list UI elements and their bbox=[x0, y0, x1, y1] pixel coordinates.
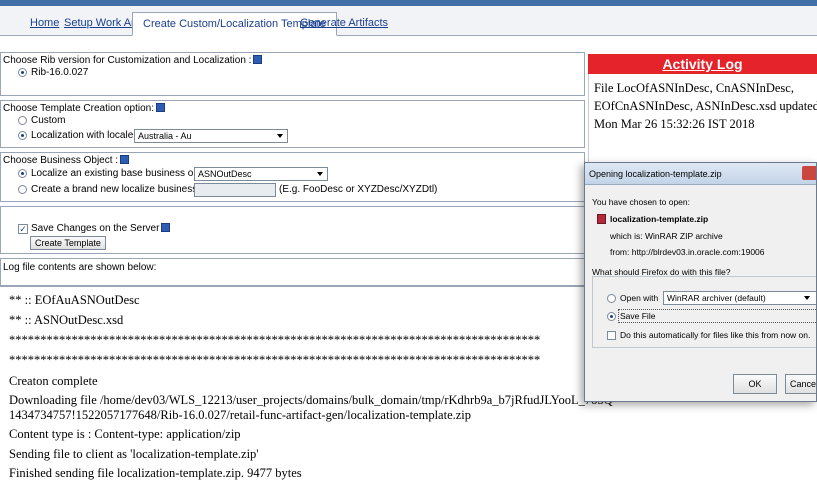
log-line: Downloading file /home/dev03/WLS_12213/u… bbox=[9, 393, 613, 407]
save-section: ✓ Save Changes on the Server Create Temp… bbox=[0, 206, 585, 254]
dialog-which-is: which is: WinRAR ZIP archive bbox=[610, 231, 723, 241]
log-line: ****************************************… bbox=[9, 353, 541, 367]
auto-checkbox[interactable] bbox=[607, 331, 616, 340]
custom-option-label: Custom bbox=[31, 115, 66, 126]
log-line: Content type is : Content-type: applicat… bbox=[9, 427, 241, 441]
rib-radio[interactable] bbox=[18, 68, 27, 77]
dialog-title-bar: Opening localization-template.zip bbox=[585, 163, 816, 185]
zip-file-icon bbox=[597, 214, 606, 224]
log-line: Creaton complete bbox=[9, 374, 98, 388]
help-icon[interactable] bbox=[156, 103, 166, 112]
existing-object-radio[interactable] bbox=[18, 169, 27, 178]
open-with-label: Open with bbox=[620, 293, 659, 303]
ok-button[interactable]: OK bbox=[733, 374, 777, 394]
existing-object-label: Localize an existing base business objec… bbox=[31, 168, 221, 179]
help-icon[interactable] bbox=[120, 155, 130, 164]
create-template-button[interactable]: Create Template bbox=[30, 236, 106, 250]
log-header: Log file contents are shown below: bbox=[3, 262, 157, 273]
download-dialog: Opening localization-template.zip You ha… bbox=[584, 162, 817, 402]
chevron-down-icon bbox=[804, 296, 810, 300]
rib-heading: Choose Rib version for Customization and… bbox=[3, 55, 252, 66]
chevron-down-icon bbox=[277, 134, 283, 138]
new-object-input[interactable] bbox=[194, 183, 276, 197]
chevron-down-icon bbox=[317, 172, 323, 176]
auto-label: Do this automatically for files like thi… bbox=[620, 330, 811, 340]
rib-version-section: Choose Rib version for Customization and… bbox=[0, 52, 585, 96]
localization-radio[interactable] bbox=[18, 131, 27, 140]
template-heading: Choose Template Creation option: bbox=[3, 103, 155, 114]
tab-bar: Home Setup Work Areas Create Custom/Loca… bbox=[0, 6, 817, 36]
activity-log-line: File LocOfASNInDesc, CnASNInDesc, bbox=[594, 81, 794, 95]
business-object-section: Choose Business Object : Localize an exi… bbox=[0, 152, 585, 202]
tab-generate-artifacts[interactable]: Generate Artifacts bbox=[290, 12, 398, 36]
dialog-file-name: localization-template.zip bbox=[610, 214, 709, 224]
open-with-radio[interactable] bbox=[607, 294, 616, 303]
log-line: 1434734757!1522057177648/Rib-16.0.027/re… bbox=[9, 408, 472, 422]
dialog-from: from: http://blrdev03.in.oracle.com:1900… bbox=[610, 247, 765, 257]
open-with-select[interactable]: WinRAR archiver (default) bbox=[663, 291, 816, 305]
save-checkbox[interactable]: ✓ bbox=[18, 224, 28, 234]
close-icon[interactable] bbox=[802, 166, 816, 180]
save-file-radio[interactable] bbox=[607, 312, 616, 321]
activity-log-title: Activity Log bbox=[588, 54, 817, 74]
existing-object-value: ASNOutDesc bbox=[198, 169, 252, 179]
log-line: ****************************************… bbox=[9, 333, 541, 347]
locale-value: Australia - Au bbox=[138, 131, 192, 141]
custom-radio[interactable] bbox=[18, 116, 27, 125]
activity-log-line: Mon Mar 26 15:32:26 IST 2018 bbox=[594, 117, 755, 131]
log-header-section: Log file contents are shown below: bbox=[0, 258, 585, 286]
localization-option-label: Localization with locale bbox=[31, 130, 134, 141]
dialog-chosen-text: You have chosen to open: bbox=[592, 197, 690, 207]
cancel-button[interactable]: Cance bbox=[785, 374, 816, 394]
activity-log-line: EOfCnASNInDesc, ASNInDesc.xsd updated or bbox=[594, 99, 817, 113]
new-object-radio[interactable] bbox=[18, 185, 27, 194]
new-object-hint: (E.g. FooDesc or XYZDesc/XYZDtl) bbox=[279, 184, 438, 195]
dialog-options-group: Open with WinRAR archiver (default) Save… bbox=[592, 276, 816, 348]
save-file-label: Save File bbox=[620, 311, 656, 321]
dialog-title: Opening localization-template.zip bbox=[589, 169, 722, 179]
log-line: Finished sending file localization-templ… bbox=[9, 466, 302, 480]
template-section: Choose Template Creation option: Custom … bbox=[0, 100, 585, 148]
existing-object-select[interactable]: ASNOutDesc bbox=[194, 167, 328, 181]
open-with-value: WinRAR archiver (default) bbox=[667, 293, 766, 303]
log-line: Sending file to client as 'localization-… bbox=[9, 447, 259, 461]
help-icon[interactable] bbox=[253, 55, 263, 64]
business-heading: Choose Business Object : bbox=[3, 155, 119, 166]
rib-option-label: Rib-16.0.027 bbox=[31, 67, 89, 78]
save-checkbox-label: Save Changes on the Server bbox=[31, 223, 160, 234]
help-icon[interactable] bbox=[161, 223, 171, 232]
log-line: ** :: EOfAuASNOutDesc bbox=[9, 293, 140, 307]
log-line: ** :: ASNOutDesc.xsd bbox=[9, 313, 124, 327]
locale-select[interactable]: Australia - Au bbox=[134, 129, 288, 143]
